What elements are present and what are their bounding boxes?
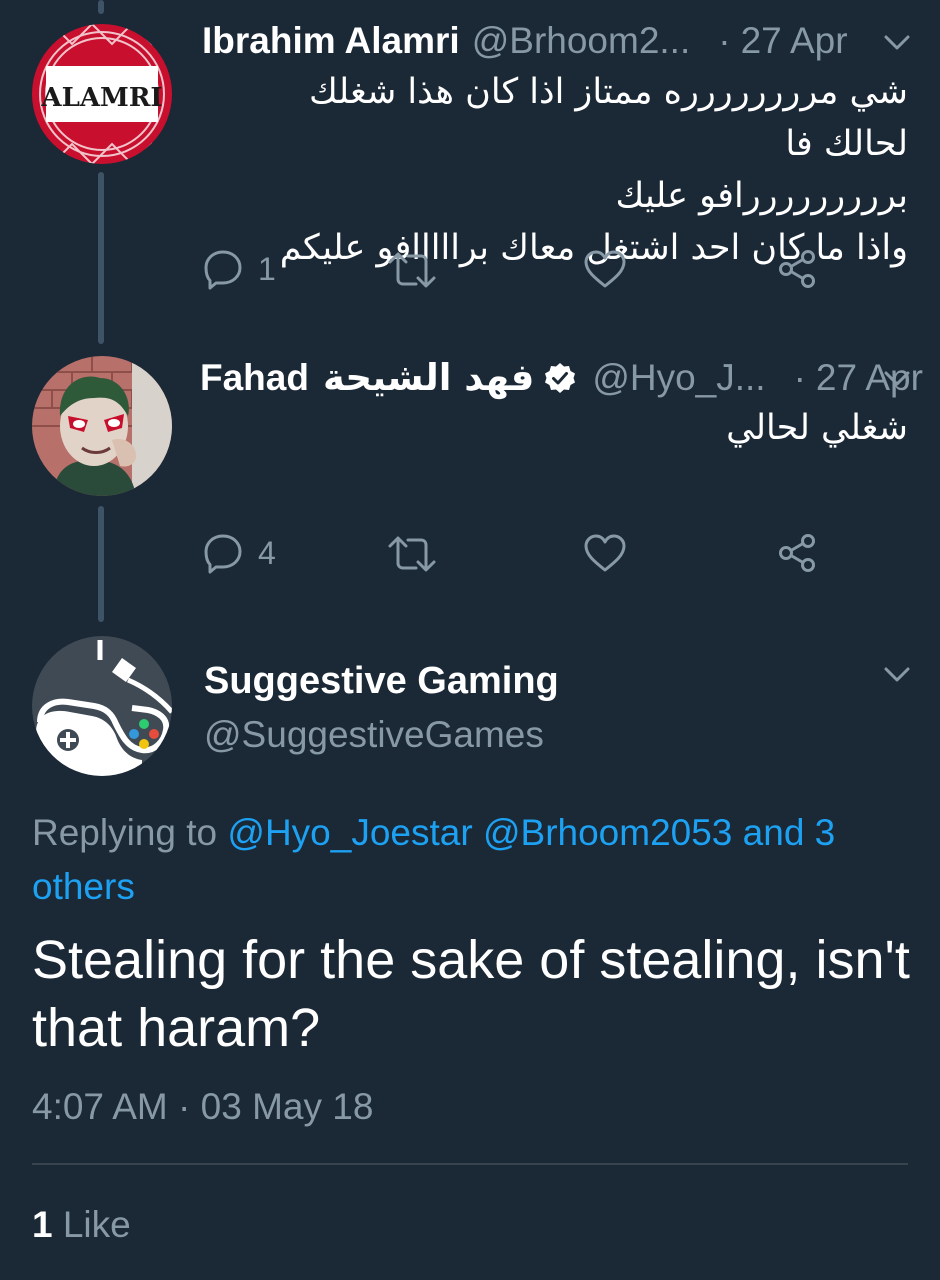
separator-dot: · — [793, 356, 806, 398]
tweet-date[interactable]: 27 Apr — [741, 20, 848, 62]
replying-to: Replying to @Hyo_Joestar @Brhoom2053 and… — [32, 806, 902, 914]
reply-button[interactable]: 1 — [202, 248, 276, 290]
display-name[interactable]: Ibrahim Alamri — [202, 20, 460, 62]
avatar[interactable]: ALAMRI — [32, 24, 172, 164]
tweet-text: شغلي لحالي — [726, 408, 908, 448]
reply-icon — [204, 250, 242, 290]
mention-link[interactable]: @Hyo_Joestar — [227, 812, 472, 853]
thread-line — [98, 172, 104, 344]
replying-to-label: Replying to — [32, 812, 218, 853]
tweet-text: Stealing for the sake of stealing, isn't… — [32, 930, 910, 1058]
mention-link[interactable]: @Brhoom2053 — [483, 812, 732, 853]
display-name[interactable]: Suggestive Gaming — [204, 660, 559, 703]
user-handle[interactable]: @Hyo_J... — [592, 357, 765, 399]
like-icon — [584, 250, 626, 288]
thread-line — [98, 506, 104, 622]
separator-dot: · — [718, 20, 731, 61]
user-handle[interactable]: @Brhoom2... — [472, 20, 691, 62]
user-handle[interactable]: @SuggestiveGames — [204, 714, 544, 756]
retweet-icon — [388, 252, 436, 288]
display-name[interactable]: Fahad — [200, 357, 309, 399]
retweet-icon — [388, 536, 436, 572]
reply-count: 4 — [258, 534, 276, 571]
like-button[interactable] — [583, 533, 627, 573]
like-icon — [584, 534, 626, 572]
tweet-text: شي مرررررررره ممتاز اذا كان هذا شغلك لحا… — [218, 66, 908, 274]
divider — [32, 1163, 908, 1165]
reply-button[interactable]: 4 — [202, 532, 276, 574]
thread-line — [98, 0, 104, 14]
display-name-arabic[interactable]: فهد الشيحة — [323, 356, 534, 399]
retweet-button[interactable] — [386, 249, 438, 291]
share-icon — [779, 250, 815, 288]
chevron-down-icon[interactable] — [882, 32, 912, 59]
chevron-down-icon[interactable] — [882, 664, 912, 691]
tweet-header: Fahad فهد الشيحة @Hyo_J... · 27 Apr — [200, 356, 923, 399]
likes-label: Like — [62, 1204, 131, 1245]
tweet-timestamp: 4:07 AM · 03 May 18 — [32, 1086, 374, 1127]
tweet-text-line: شي مرررررررره ممتاز اذا كان هذا شغلك لحا… — [309, 72, 908, 164]
reply-icon — [204, 534, 242, 574]
likes-count: 1 — [32, 1204, 53, 1245]
likes-stat[interactable]: 1 Like — [32, 1204, 131, 1246]
share-icon — [779, 534, 815, 572]
avatar-logo-text: ALAMRI — [40, 83, 162, 113]
verified-badge-icon — [544, 362, 576, 394]
reply-count: 1 — [258, 250, 276, 287]
retweet-button[interactable] — [386, 533, 438, 575]
tweet-header: Ibrahim Alamri @Brhoom2... · 27 Apr — [202, 20, 848, 62]
share-button[interactable] — [776, 532, 818, 574]
like-button[interactable] — [583, 249, 627, 289]
share-button[interactable] — [776, 248, 818, 290]
avatar[interactable] — [32, 636, 172, 776]
avatar[interactable] — [32, 356, 172, 496]
chevron-down-icon[interactable] — [882, 368, 912, 395]
tweet-text-line: برررررررررافو عليك — [615, 176, 908, 216]
